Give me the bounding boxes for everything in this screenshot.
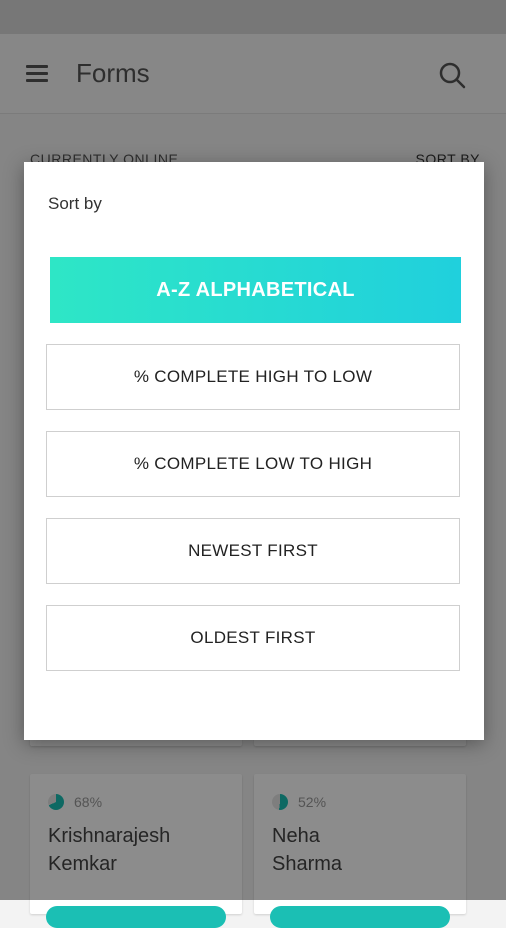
sort-option-alphabetical[interactable]: A-Z ALPHABETICAL (50, 257, 461, 323)
dialog-title: Sort by (48, 194, 102, 213)
sort-option-complete-low-to-high[interactable]: % COMPLETE LOW TO HIGH (46, 431, 460, 497)
sort-option-oldest-first[interactable]: OLDEST FIRST (46, 605, 460, 671)
sort-dialog: Sort by A-Z ALPHABETICAL % COMPLETE HIGH… (24, 162, 484, 740)
sort-option-complete-high-to-low[interactable]: % COMPLETE HIGH TO LOW (46, 344, 460, 410)
card-action-button[interactable] (46, 906, 226, 928)
card-action-button[interactable] (270, 906, 450, 928)
sort-option-newest-first[interactable]: NEWEST FIRST (46, 518, 460, 584)
